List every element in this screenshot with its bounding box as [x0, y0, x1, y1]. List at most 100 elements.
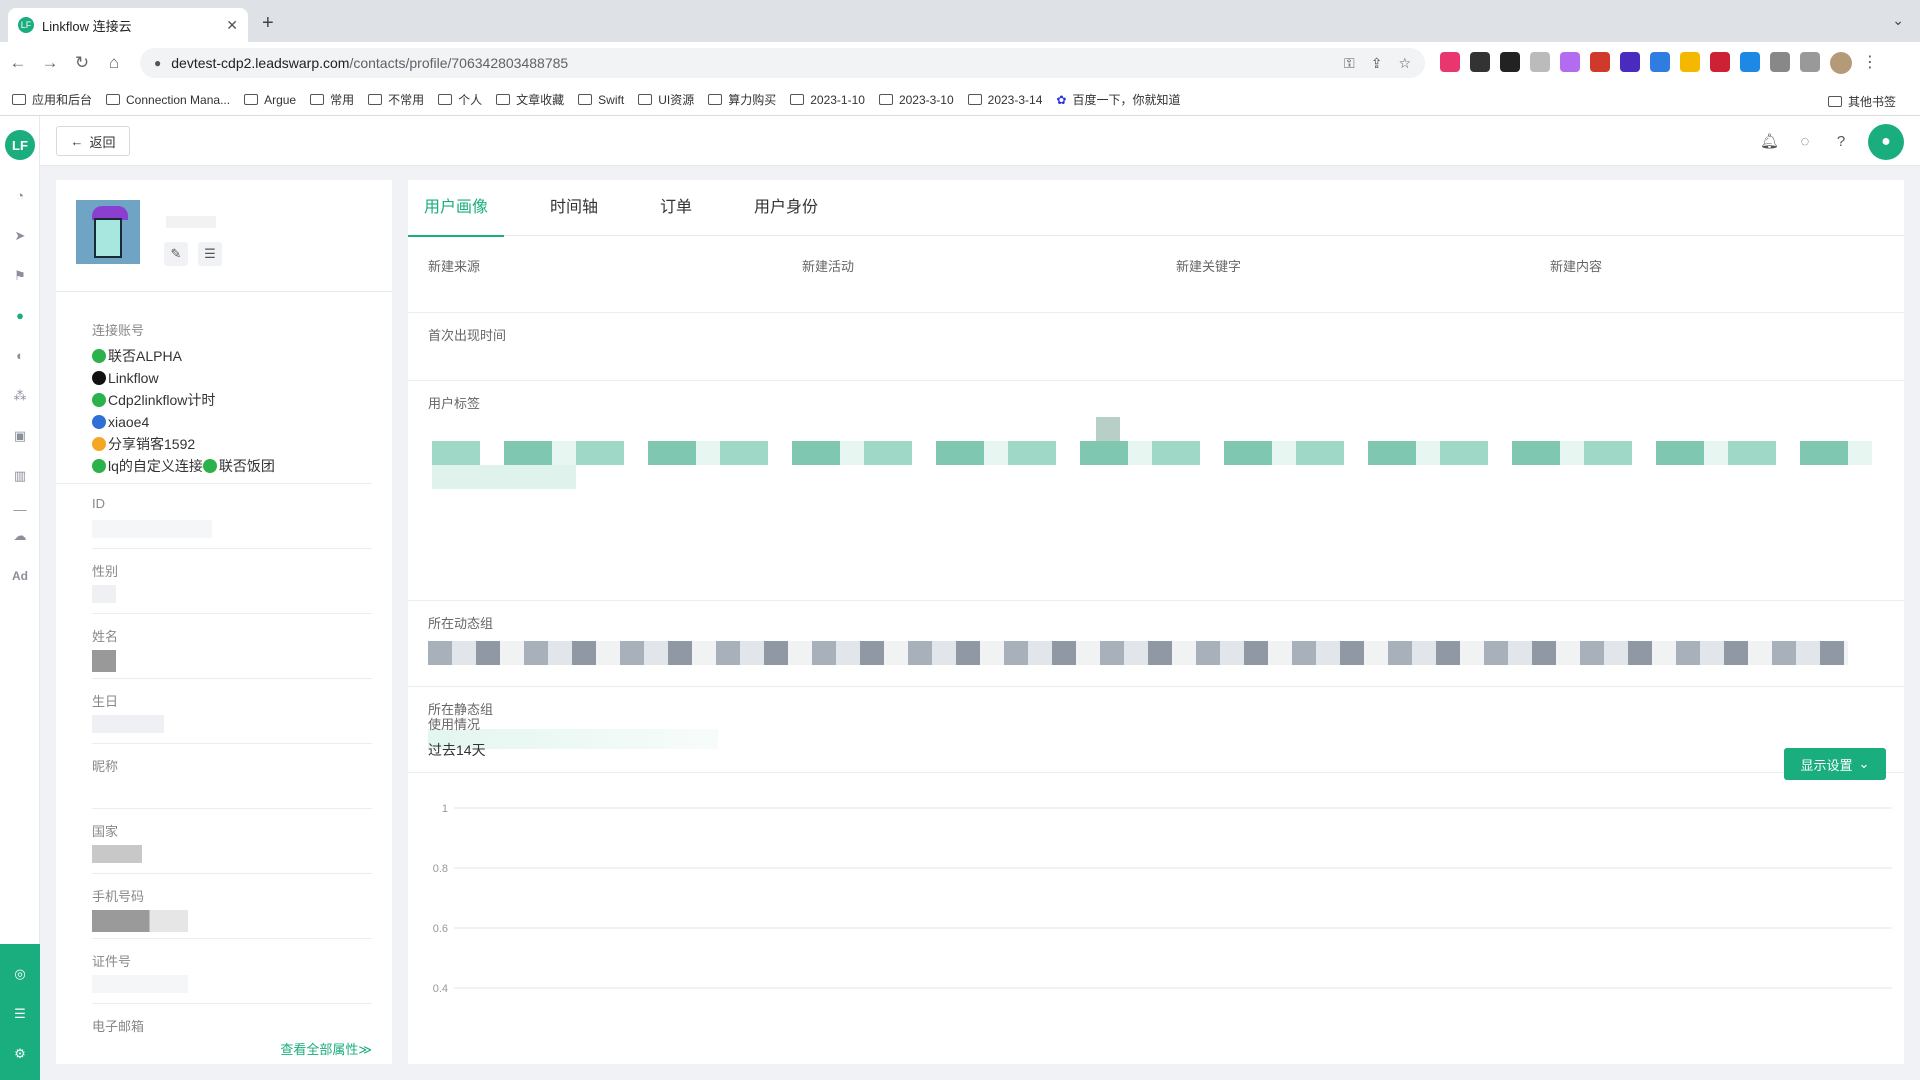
folder-icon: [496, 94, 511, 105]
douyin-green-account-icon: [92, 393, 106, 407]
browser-menu-icon[interactable]: ⋮: [1862, 52, 1878, 74]
view-all-attributes-link[interactable]: 查看全部属性≫: [280, 1039, 372, 1058]
share-icon[interactable]: ⇪: [1371, 55, 1383, 72]
bookmark-folder[interactable]: Connection Mana...: [106, 93, 230, 107]
left-nav: LF ◔ ➤ ⚑ ● ◐ ⁂ ▣ ▥ — ☁ Ad ◎ ☰ ⚙: [0, 116, 40, 1080]
server-icon[interactable]: ☰: [12, 1006, 28, 1022]
bookmark-folder[interactable]: 不常用: [368, 91, 424, 108]
key-icon[interactable]: ⚿: [1344, 55, 1355, 72]
chart-y-tick-label: 0.8: [433, 863, 448, 875]
back-button[interactable]: ← 返回: [56, 126, 130, 156]
bookmarks-bar: 应用和后台 Connection Mana... Argue 常用 不常用 个人…: [0, 84, 1920, 116]
linkflow-favicon-icon: LF: [18, 17, 34, 33]
field-nickname: 昵称: [92, 744, 372, 809]
tab-timeline[interactable]: 时间轴: [534, 180, 614, 236]
home-icon[interactable]: ⌂: [100, 53, 128, 73]
users-icon[interactable]: ◐: [12, 348, 28, 364]
tab-user-portrait[interactable]: 用户画像: [408, 180, 505, 237]
field-gender: 性别: [92, 549, 372, 614]
extension-ninja-icon[interactable]: [1470, 52, 1490, 72]
bookmark-folder[interactable]: Argue: [244, 93, 296, 107]
support-icon[interactable]: ◎: [12, 966, 28, 982]
ad-icon[interactable]: Ad: [12, 568, 28, 584]
usage-section: 使用情况 过去14天 显示设置 ⌄ 1 0.8 0.6 0.4: [408, 714, 1904, 1064]
chat-icon[interactable]: ◌: [1796, 133, 1814, 151]
connected-accounts: 连接账号 联否ALPHA Linkflow Cdp2linkflow计时 xia…: [56, 292, 372, 484]
side-panel-icon[interactable]: [1800, 52, 1820, 72]
left-nav-bottom: ◎ ☰ ⚙: [0, 944, 40, 1080]
bookmark-folder[interactable]: 算力购买: [708, 91, 776, 108]
extensions-puzzle-icon[interactable]: [1770, 52, 1790, 72]
back-label: 返回: [89, 134, 116, 150]
bookmark-folder[interactable]: 2023-3-10: [878, 93, 954, 107]
folder-icon: [12, 94, 26, 105]
display-settings-button[interactable]: 显示设置 ⌄: [1784, 748, 1886, 780]
dashboard-icon[interactable]: ◔: [12, 188, 28, 204]
settings-gear-icon[interactable]: ⚙: [12, 1046, 28, 1062]
topbar-icons: 🔔︎ ◌ ? ●: [1760, 124, 1904, 160]
extension-rocket-icon[interactable]: [1590, 52, 1610, 72]
bookmark-folder[interactable]: 2023-1-10: [790, 93, 865, 107]
tab-user-identity[interactable]: 用户身份: [738, 180, 834, 236]
close-tab-icon[interactable]: ✕: [226, 17, 238, 34]
account-item: 分享销客1592: [92, 433, 352, 455]
reload-icon[interactable]: ↻: [68, 53, 96, 73]
extension-sync-icon[interactable]: [1650, 52, 1670, 72]
browser-profile-avatar[interactable]: [1830, 52, 1852, 74]
wechat-icon[interactable]: ☁: [12, 528, 28, 544]
app-topbar: ← 返回 🔔︎ ◌ ? ●: [40, 116, 1920, 166]
xiaoe-account-icon: [92, 415, 106, 429]
extension-cube-icon[interactable]: [1620, 52, 1640, 72]
extension-brush-icon[interactable]: [1560, 52, 1580, 72]
bookmark-folder[interactable]: 常用: [310, 91, 354, 108]
help-icon[interactable]: ?: [1832, 133, 1850, 151]
new-tab-button[interactable]: +: [262, 12, 274, 35]
folder-icon: [106, 94, 121, 105]
bookmark-folder[interactable]: 个人: [438, 91, 482, 108]
edit-icon[interactable]: ✎: [164, 242, 188, 266]
list-icon[interactable]: ☰: [198, 242, 222, 266]
folder-icon: [244, 94, 259, 105]
forward-arrow-icon[interactable]: →: [36, 53, 64, 73]
extension-bottle-icon[interactable]: [1680, 52, 1700, 72]
groups-icon[interactable]: ⁂: [12, 388, 28, 404]
other-bookmarks[interactable]: 其他书签: [1827, 93, 1896, 110]
bookmark-folder[interactable]: 2023-3-14: [967, 93, 1042, 107]
bookmark-folder[interactable]: 应用和后台: [12, 91, 92, 108]
user-tags-redacted-3: [1096, 417, 1120, 441]
arrow-left-icon: ←: [70, 133, 84, 149]
browser-tab[interactable]: LF Linkflow 连接云 ✕: [8, 8, 248, 42]
flag-icon[interactable]: ⚑: [12, 268, 28, 284]
folder-icon: [878, 94, 893, 105]
bookmark-folder[interactable]: Swift: [578, 93, 624, 107]
extension-circle-icon[interactable]: [1530, 52, 1550, 72]
usage-label: 使用情况: [428, 717, 481, 732]
field-id-number: 证件号: [92, 939, 372, 1004]
bookmark-folder[interactable]: 文章收藏: [496, 91, 564, 108]
folder-icon: [438, 94, 453, 105]
bookmark-icon[interactable]: ▣: [12, 428, 28, 444]
user-avatar[interactable]: ●: [1868, 124, 1904, 160]
account-item: 联否ALPHA: [92, 345, 352, 367]
linkflow-logo[interactable]: LF: [5, 130, 35, 160]
tab-orders[interactable]: 订单: [644, 180, 708, 236]
extension-translate-icon[interactable]: [1440, 52, 1460, 72]
chevron-down-icon[interactable]: ⌄: [1892, 12, 1904, 29]
user-tags-label: 用户标签: [428, 396, 481, 411]
display-settings-label: 显示设置: [1800, 757, 1853, 773]
field-name: 姓名: [92, 614, 372, 679]
address-bar[interactable]: ● devtest-cdp2.leadswarp.com/contacts/pr…: [140, 48, 1425, 78]
bookmark-folder[interactable]: UI资源: [638, 91, 694, 108]
bookmark-baidu[interactable]: ✿ 百度一下，你就知道: [1056, 91, 1180, 108]
bar-chart-icon[interactable]: ▥: [12, 468, 28, 484]
usage-chart: 1 0.8 0.6 0.4: [433, 803, 1892, 995]
extension-drop-icon[interactable]: [1740, 52, 1760, 72]
tab-title: Linkflow 连接云: [42, 18, 132, 34]
contact-icon[interactable]: ●: [12, 308, 28, 324]
back-arrow-icon[interactable]: ←: [4, 53, 32, 73]
bell-icon[interactable]: 🔔︎: [1760, 133, 1779, 151]
star-icon[interactable]: ☆: [1398, 55, 1411, 72]
extension-screen-icon[interactable]: [1710, 52, 1730, 72]
extension-game-icon[interactable]: [1500, 52, 1520, 72]
send-icon[interactable]: ➤: [12, 228, 28, 244]
